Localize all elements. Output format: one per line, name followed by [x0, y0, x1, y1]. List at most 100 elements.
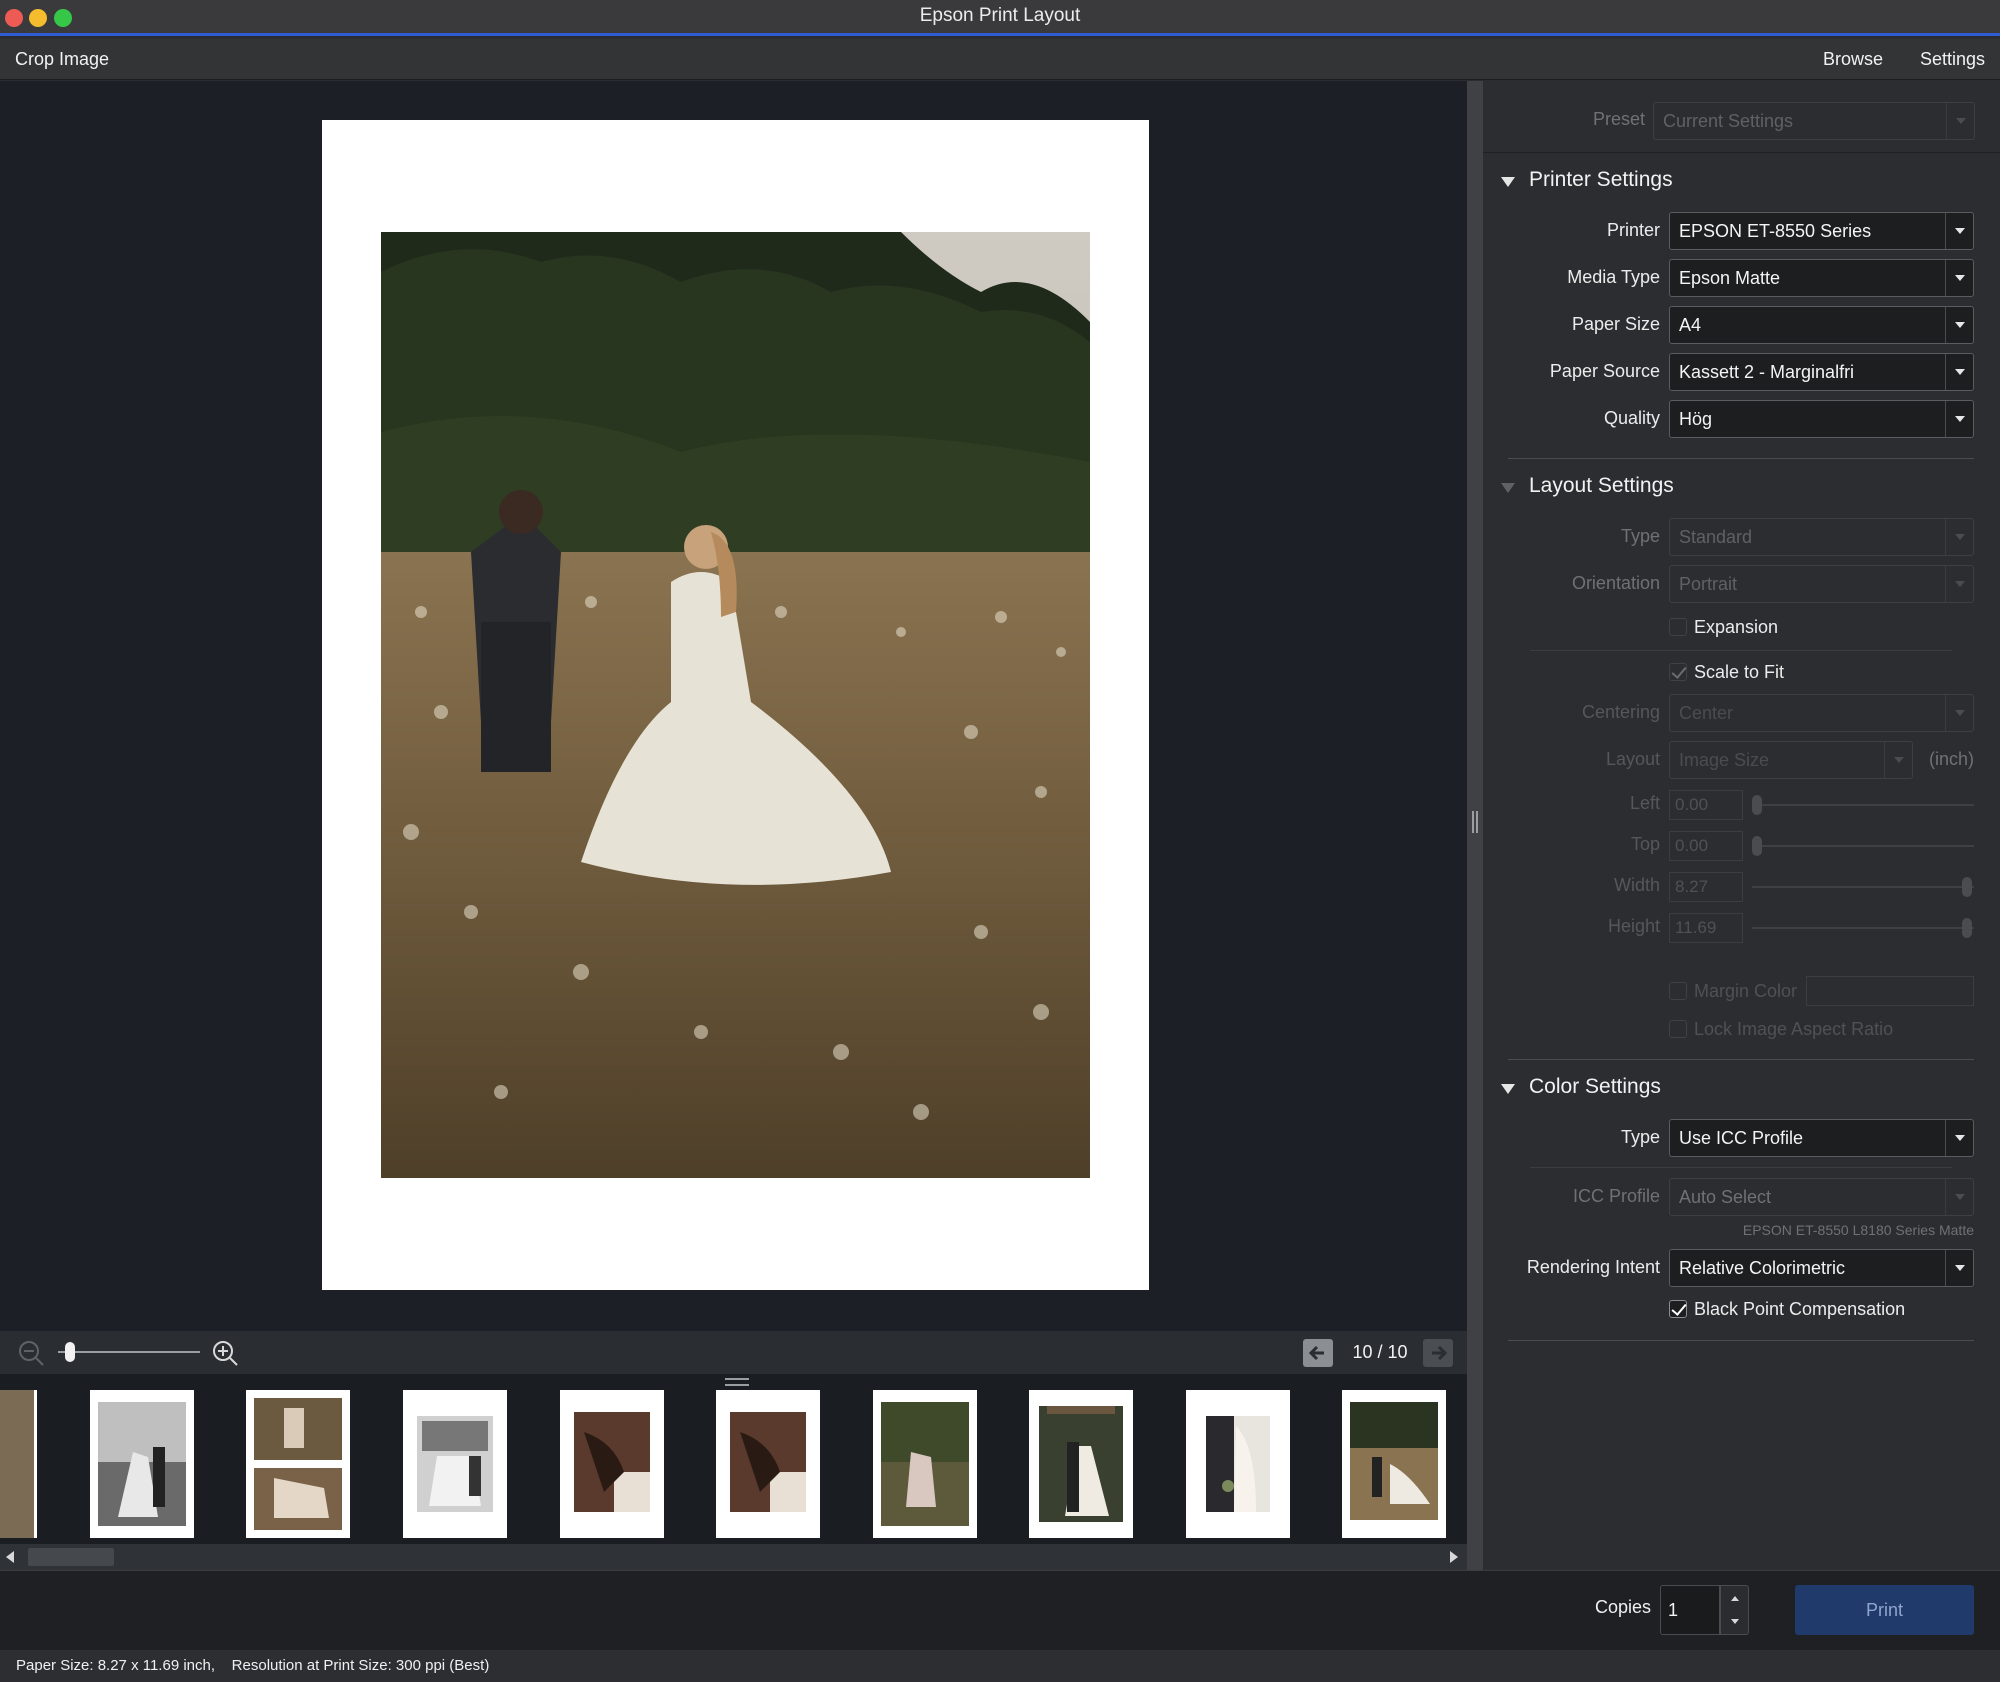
preset-select[interactable]: Current Settings [1653, 102, 1975, 140]
preset-label: Preset [1592, 109, 1645, 129]
layout-type-value: Standard [1679, 527, 1753, 547]
centering-label: Centering [1581, 702, 1660, 722]
left-slider[interactable] [1752, 804, 1974, 806]
browse-button[interactable]: Browse [1823, 39, 1883, 79]
layout-type-label: Type [1620, 526, 1660, 546]
chevron-down-icon [1945, 213, 1973, 249]
copies-stepper[interactable] [1720, 1585, 1749, 1635]
scroll-right-arrow-icon[interactable] [1450, 1551, 1458, 1563]
splitter-grip[interactable] [1472, 811, 1478, 833]
lock-aspect-checkbox[interactable] [1669, 1020, 1687, 1038]
thumbnail-partial[interactable] [0, 1390, 37, 1538]
black-point-checkbox[interactable] [1669, 1300, 1687, 1318]
printer-label: Printer [1606, 220, 1660, 240]
layout-select[interactable]: Image Size [1669, 741, 1913, 779]
width-label: Width [1613, 875, 1660, 895]
collapse-triangle-icon[interactable] [1501, 1084, 1515, 1094]
quality-select[interactable]: Hög [1669, 400, 1974, 438]
collapse-triangle-icon[interactable] [1501, 177, 1515, 187]
paper-source-label: Paper Source [1549, 361, 1660, 381]
paper-source-select[interactable]: Kassett 2 - Marginalfri [1669, 353, 1974, 391]
top-label: Top [1630, 834, 1660, 854]
settings-button[interactable]: Settings [1920, 39, 1985, 79]
color-settings-header[interactable]: Color Settings [1529, 1075, 1661, 1099]
color-type-value: Use ICC Profile [1679, 1128, 1804, 1148]
scroll-thumb[interactable] [28, 1548, 114, 1566]
media-type-value: Epson Matte [1679, 268, 1781, 288]
orientation-select[interactable]: Portrait [1669, 565, 1974, 603]
photo-preview[interactable] [381, 232, 1090, 1178]
stepper-up-icon[interactable] [1731, 1596, 1739, 1601]
chevron-down-icon [1945, 1120, 1973, 1156]
chevron-down-icon [1945, 401, 1973, 437]
height-slider-handle[interactable] [1962, 918, 1972, 938]
orientation-value: Portrait [1679, 574, 1738, 594]
height-slider[interactable] [1752, 927, 1974, 929]
thumbnail-4[interactable] [560, 1390, 664, 1538]
left-input[interactable]: 0.00 [1669, 790, 1743, 820]
left-slider-handle[interactable] [1752, 795, 1762, 815]
copies-input[interactable]: 1 [1660, 1585, 1720, 1635]
layout-unit: (inch) [1929, 749, 1975, 769]
next-page-button[interactable] [1423, 1339, 1453, 1367]
scroll-left-arrow-icon[interactable] [6, 1551, 14, 1563]
copies-label: Copies [1595, 1597, 1652, 1617]
margin-color-checkbox[interactable] [1669, 982, 1687, 1000]
panel-splitter[interactable] [1467, 81, 1483, 1570]
color-type-select[interactable]: Use ICC Profile [1669, 1119, 1974, 1157]
thumbnail-6[interactable] [873, 1390, 977, 1538]
title-bar: Epson Print Layout [0, 0, 2000, 36]
lock-aspect-label: Lock Image Aspect Ratio [1694, 1019, 1894, 1039]
toolbar: Crop Image Browse Settings [0, 39, 2000, 80]
top-slider[interactable] [1752, 845, 1974, 847]
thumbnail-scrollbar[interactable] [0, 1544, 1467, 1570]
layout-type-select[interactable]: Standard [1669, 518, 1974, 556]
scale-to-fit-label: Scale to Fit [1694, 662, 1785, 682]
status-bar: Paper Size: 8.27 x 11.69 inch, Resolutio… [0, 1650, 2000, 1682]
scale-to-fit-checkbox[interactable] [1669, 663, 1687, 681]
thumbnail-2[interactable] [246, 1390, 350, 1538]
thumbnail-7[interactable] [1029, 1390, 1133, 1538]
icc-profile-select[interactable]: Auto Select [1669, 1178, 1974, 1216]
top-input[interactable]: 0.00 [1669, 831, 1743, 861]
strip-resize-handle[interactable] [725, 1378, 749, 1386]
height-input[interactable]: 11.69 [1669, 913, 1743, 943]
media-type-select[interactable]: Epson Matte [1669, 259, 1974, 297]
expansion-label: Expansion [1694, 617, 1779, 637]
collapse-triangle-icon[interactable] [1501, 483, 1515, 493]
rendering-intent-select[interactable]: Relative Colorimetric [1669, 1249, 1974, 1287]
thumbnail-3[interactable] [403, 1390, 507, 1538]
printer-settings-header[interactable]: Printer Settings [1529, 168, 1673, 192]
thumbnail-8[interactable] [1186, 1390, 1290, 1538]
printer-select[interactable]: EPSON ET-8550 Series [1669, 212, 1974, 250]
stepper-down-icon[interactable] [1731, 1619, 1739, 1624]
paper-source-value: Kassett 2 - Marginalfri [1679, 362, 1855, 382]
page-counter: 10 / 10 [1352, 1342, 1408, 1362]
thumbnail-5[interactable] [716, 1390, 820, 1538]
zoom-slider-handle[interactable] [64, 1342, 75, 1362]
quality-value: Hög [1679, 409, 1713, 429]
top-slider-handle[interactable] [1752, 836, 1762, 856]
thumbnail-1[interactable] [90, 1390, 194, 1538]
zoom-slider-track[interactable] [58, 1351, 200, 1353]
chevron-down-icon [1945, 307, 1973, 343]
paper-size-label: Paper Size [1571, 314, 1660, 334]
chevron-down-icon [1946, 103, 1974, 139]
thumbnail-9[interactable] [1342, 1390, 1446, 1538]
expansion-checkbox[interactable] [1669, 618, 1687, 636]
paper-size-select[interactable]: A4 [1669, 306, 1974, 344]
width-slider-handle[interactable] [1962, 877, 1972, 897]
layout-settings-header[interactable]: Layout Settings [1529, 474, 1674, 498]
arrow-left-icon [1308, 1345, 1324, 1361]
zoom-out-icon[interactable] [17, 1339, 45, 1367]
layout-value: Image Size [1679, 750, 1770, 770]
centering-select[interactable]: Center [1669, 694, 1974, 732]
crop-image-button[interactable]: Crop Image [15, 39, 109, 79]
width-input[interactable]: 8.27 [1669, 872, 1743, 902]
chevron-down-icon [1945, 695, 1973, 731]
margin-color-swatch[interactable] [1806, 976, 1974, 1006]
width-slider[interactable] [1752, 886, 1974, 888]
previous-page-button[interactable] [1303, 1339, 1333, 1367]
zoom-in-icon[interactable] [211, 1339, 239, 1367]
print-button[interactable]: Print [1795, 1585, 1974, 1635]
